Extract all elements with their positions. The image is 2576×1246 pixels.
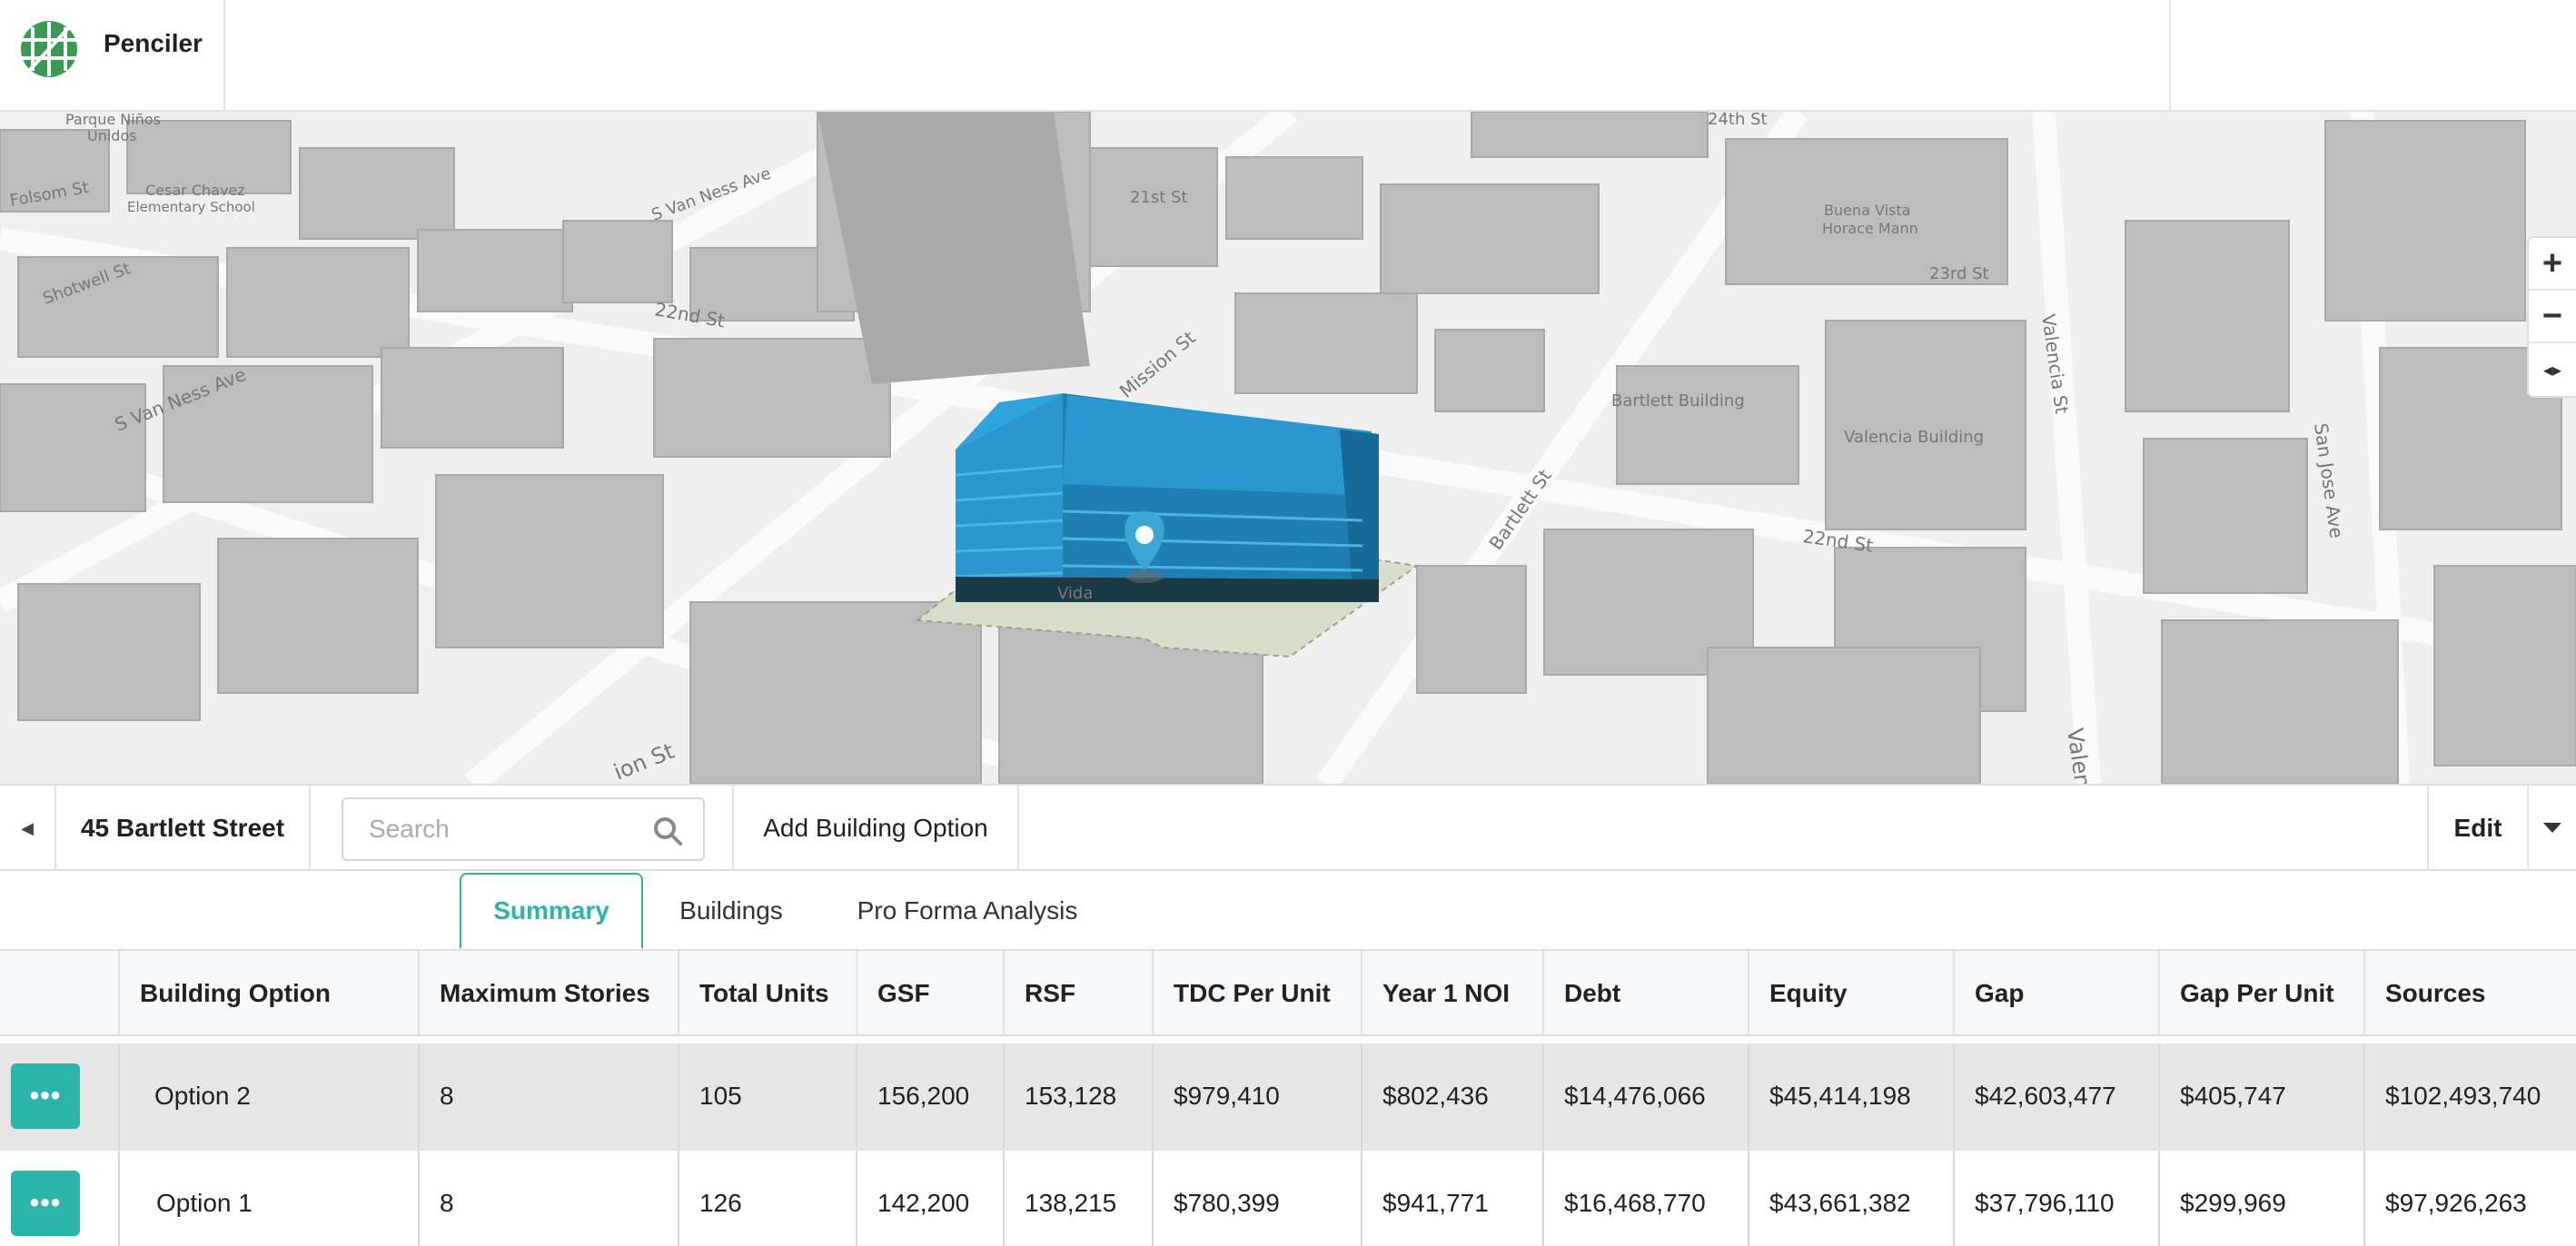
table-cell: $299,969: [2158, 1151, 2363, 1246]
table-cell: $16,468,770: [1542, 1151, 1748, 1246]
caret-down-icon: [2543, 823, 2561, 833]
edit-button[interactable]: Edit: [2427, 786, 2529, 871]
column-header[interactable]: Debt: [1542, 951, 1748, 1036]
map-view[interactable]: Parque Niños Unidos Folsom St Cesar Chav…: [0, 112, 2576, 784]
options-dropdown-button[interactable]: [2529, 786, 2576, 871]
table-header: Building Option Maximum Stories Total Un…: [0, 949, 2576, 1036]
column-header[interactable]: Year 1 NOI: [1361, 951, 1542, 1036]
column-header[interactable]: Gap Per Unit: [2158, 951, 2363, 1036]
table-cell: $43,661,382: [1748, 1151, 1953, 1246]
table-cell: 142,200: [856, 1151, 1003, 1246]
table-cell: 105: [678, 1043, 856, 1149]
header-divider: [2169, 0, 2171, 112]
table-cell: 8: [418, 1043, 678, 1149]
table-cell: $802,436: [1361, 1043, 1542, 1149]
caret-left-icon: ◀: [21, 818, 34, 837]
column-header[interactable]: GSF: [856, 951, 1003, 1036]
svg-text:Unidos: Unidos: [87, 127, 137, 144]
table-cell: $97,926,263: [2363, 1151, 2576, 1246]
column-header[interactable]: Building Option: [118, 951, 418, 1036]
svg-text:Parque Niños: Parque Niños: [65, 112, 161, 128]
table-cell: Option 1: [118, 1151, 418, 1246]
column-header[interactable]: Maximum Stories: [418, 951, 678, 1036]
svg-text:Elementary School: Elementary School: [127, 199, 255, 215]
svg-text:23rd St: 23rd St: [1929, 264, 1989, 283]
table-cell: $941,771: [1361, 1151, 1542, 1246]
app-header: Penciler: [0, 0, 2576, 112]
collapse-panel-button[interactable]: ◀: [0, 786, 56, 871]
column-header[interactable]: Equity: [1748, 951, 1953, 1036]
tab-summary[interactable]: Summary: [460, 873, 643, 949]
svg-text:Valencia Building: Valencia Building: [1844, 428, 1984, 447]
svg-text:Horace Mann: Horace Mann: [1822, 220, 1918, 237]
compass-button[interactable]: ◂▸: [2529, 343, 2576, 396]
zoom-out-button[interactable]: −: [2529, 291, 2576, 343]
table-cell: 156,200: [856, 1043, 1003, 1149]
row-actions-button[interactable]: •••: [11, 1063, 80, 1129]
zoom-in-button[interactable]: +: [2529, 238, 2576, 291]
project-toolbar: ◀ 45 Bartlett Street Add Building Option…: [0, 784, 2576, 871]
column-header[interactable]: Sources: [2363, 951, 2576, 1036]
app-name: Penciler: [104, 29, 203, 57]
project-title: 45 Bartlett Street: [56, 786, 311, 871]
table-cell: $37,796,110: [1953, 1151, 2158, 1246]
column-header[interactable]: TDC Per Unit: [1152, 951, 1361, 1036]
header-divider: [223, 0, 225, 112]
table-cell: $102,493,740: [2363, 1043, 2576, 1149]
svg-text:Vida: Vida: [1057, 584, 1093, 603]
table-cell: $780,399: [1152, 1151, 1361, 1246]
table-cell: $979,410: [1152, 1043, 1361, 1149]
svg-text:Bartlett Building: Bartlett Building: [1611, 391, 1745, 410]
table-cell: 153,128: [1003, 1043, 1152, 1149]
table-cell: $42,603,477: [1953, 1043, 2158, 1149]
table-cell: 126: [678, 1151, 856, 1246]
table-cell: $14,476,066: [1542, 1043, 1748, 1149]
column-header[interactable]: RSF: [1003, 951, 1152, 1036]
svg-text:Cesar Chavez: Cesar Chavez: [145, 182, 245, 199]
row-actions-button[interactable]: •••: [11, 1171, 80, 1236]
table-cell: 138,215: [1003, 1151, 1152, 1246]
svg-text:21st St: 21st St: [1130, 188, 1188, 207]
svg-text:Buena Vista: Buena Vista: [1824, 202, 1910, 219]
summary-table: Building Option Maximum Stories Total Un…: [0, 949, 2576, 1246]
table-cell: Option 2: [118, 1043, 418, 1149]
table-row[interactable]: ••• Option 2 8 105 156,200 153,128 $979,…: [0, 1043, 2576, 1151]
search-icon[interactable]: [652, 816, 683, 846]
tab-pro-forma-analysis[interactable]: Pro Forma Analysis: [836, 873, 1099, 949]
add-building-option-button[interactable]: Add Building Option: [732, 786, 1019, 871]
table-row[interactable]: ••• Option 1 8 126 142,200 138,215 $780,…: [0, 1151, 2576, 1246]
svg-text:24th St: 24th St: [1708, 112, 1768, 129]
tab-buildings[interactable]: Buildings: [654, 873, 808, 949]
table-cell: $45,414,198: [1748, 1043, 1953, 1149]
column-header[interactable]: Total Units: [678, 951, 856, 1036]
search-field[interactable]: [342, 797, 705, 861]
search-input[interactable]: [343, 815, 643, 844]
tab-bar: Summary Buildings Pro Forma Analysis: [0, 871, 2576, 949]
map-zoom-control: + − ◂▸: [2527, 236, 2576, 398]
map-canvas[interactable]: Parque Niños Unidos Folsom St Cesar Chav…: [0, 112, 2576, 784]
table-cell: 8: [418, 1151, 678, 1246]
table-cell: $405,747: [2158, 1043, 2363, 1149]
column-header[interactable]: Gap: [1953, 951, 2158, 1036]
penciler-logo-icon[interactable]: [20, 20, 78, 78]
